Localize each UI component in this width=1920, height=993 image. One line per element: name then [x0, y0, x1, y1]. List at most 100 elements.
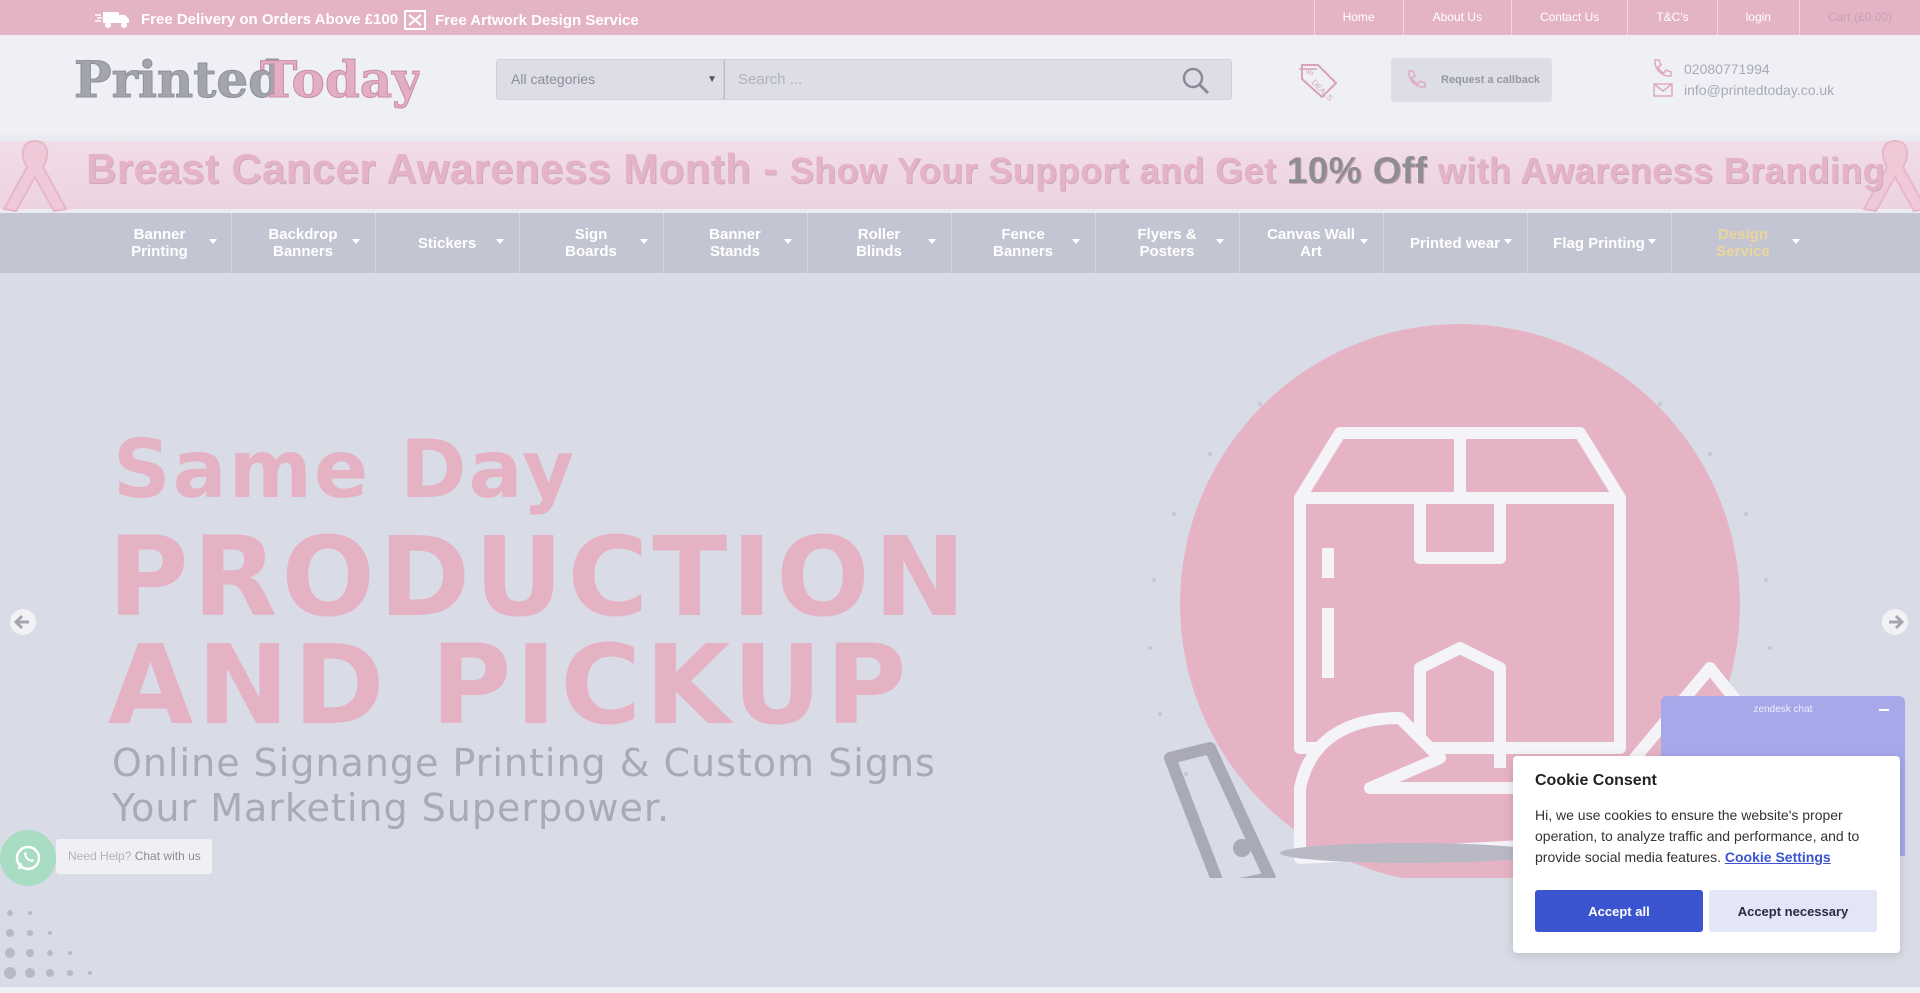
envelope-icon — [1653, 82, 1673, 97]
phone-icon — [1654, 58, 1672, 77]
site-logo[interactable]: Printed Today — [74, 52, 420, 112]
top-link-cart[interactable]: Cart (£0.00) — [1798, 0, 1920, 35]
chevron-down-icon: ▼ — [707, 74, 717, 85]
contact-info: 02080771994 info@printedtoday.co.uk — [1652, 58, 1834, 100]
top-link-about[interactable]: About Us — [1402, 0, 1511, 35]
accept-all-button[interactable]: Accept all — [1535, 890, 1703, 932]
promo-delivery-text: Free Delivery on Orders Above £100 — [141, 10, 399, 28]
promo-delivery: Free Delivery on Orders Above £100 — [95, 9, 398, 29]
caret-down-icon — [640, 239, 648, 244]
hero-subheading-line: Your Marketing Superpower. — [112, 786, 671, 830]
deals-tag-icon[interactable]: DEALS % — [1296, 61, 1340, 101]
nav-item-label: Flag Printing — [1553, 234, 1645, 252]
svg-text:Today: Today — [260, 52, 420, 109]
caret-down-icon — [928, 239, 936, 244]
nav-item-flag-printing[interactable]: Flag Printing — [1527, 213, 1670, 273]
top-link-contact[interactable]: Contact Us — [1510, 0, 1627, 35]
nav-item-stickers[interactable]: Stickers — [375, 213, 518, 273]
top-links: Home About Us Contact Us T&C's login Car… — [1313, 0, 1920, 35]
banner-branding-text: with Awareness Branding — [1427, 150, 1886, 191]
banner-text: Breast Cancer Awareness Month - Show You… — [86, 145, 1885, 193]
search-icon[interactable] — [1181, 66, 1211, 96]
hero-heading-production: PRODUCTION AND PICKUP — [108, 513, 970, 749]
need-help-label: Need Help? — [68, 849, 135, 863]
phone-number: 02080771994 — [1684, 60, 1770, 77]
hero-heading-line: PRODUCTION — [108, 513, 970, 641]
nav-item-flyers-posters[interactable]: Flyers & Posters — [1095, 213, 1238, 273]
slider-next-arrow-icon[interactable] — [1881, 608, 1909, 636]
minimize-icon[interactable] — [1879, 709, 1889, 711]
search-input[interactable] — [725, 60, 1165, 99]
caret-down-icon — [1648, 239, 1656, 244]
nav-item-label: Canvas Wall Art — [1267, 226, 1355, 260]
category-select[interactable]: All categories ▼ — [496, 59, 724, 100]
site-header: Printed Today All categories ▼ DEALS % R… — [0, 35, 1920, 135]
chat-with-us-label: Chat with us — [134, 849, 201, 863]
search-box — [724, 59, 1232, 100]
caret-down-icon — [1216, 239, 1224, 244]
delivery-truck-icon — [95, 12, 129, 28]
awareness-banner[interactable]: Breast Cancer Awareness Month - Show You… — [0, 135, 1920, 213]
nav-item-sign-boards[interactable]: Sign Boards — [519, 213, 662, 273]
nav-item-backdrop-banners[interactable]: Backdrop Banners — [231, 213, 374, 273]
artwork-frame-icon — [404, 10, 426, 30]
nav-item-label: Banner Stands — [709, 226, 761, 260]
top-link-login[interactable]: login — [1716, 0, 1799, 35]
caret-down-icon — [784, 239, 792, 244]
nav-item-label: Printed wear — [1409, 234, 1501, 252]
caret-down-icon — [1792, 239, 1800, 244]
email-address: info@printedtoday.co.uk — [1684, 81, 1835, 98]
nav-item-design-service[interactable]: Design Service — [1671, 213, 1814, 273]
pink-ribbon-icon — [2, 139, 68, 213]
nav-item-label: Fence Banners — [993, 226, 1054, 260]
promo-artwork-text: Free Artwork Design Service — [435, 11, 639, 29]
accept-necessary-button[interactable]: Accept necessary — [1709, 890, 1877, 932]
caret-down-icon — [1072, 239, 1080, 244]
nav-item-label: Banner Printing — [131, 226, 188, 260]
callback-label: Request a callback — [1441, 74, 1541, 86]
hero-heading-same-day: Same Day — [113, 423, 577, 516]
nav-item-label: Flyers & Posters — [1137, 226, 1197, 260]
nav-item-fence-banners[interactable]: Fence Banners — [951, 213, 1094, 273]
caret-down-icon — [496, 239, 504, 244]
top-link-terms[interactable]: T&C's — [1627, 0, 1716, 35]
cookie-consent-text: Hi, we use cookies to ensure the website… — [1535, 805, 1878, 868]
nav-item-label: Stickers — [417, 234, 477, 252]
nav-item-printed-wear[interactable]: Printed wear — [1383, 213, 1526, 273]
cookie-consent-title: Cookie Consent — [1535, 772, 1657, 789]
nav-item-label: Roller Blinds — [856, 226, 902, 260]
bottom-strip — [0, 987, 1920, 993]
nav-item-canvas-wall-art[interactable]: Canvas Wall Art — [1239, 213, 1382, 273]
banner-support-text: Show Your Support and Get — [789, 150, 1287, 191]
nav-item-banner-stands[interactable]: Banner Stands — [663, 213, 806, 273]
top-bar: Free Delivery on Orders Above £100 Free … — [0, 0, 1920, 35]
whatsapp-button[interactable] — [0, 830, 56, 886]
nav-item-banner-printing[interactable]: Banner Printing — [88, 213, 231, 273]
phone-icon — [1408, 70, 1426, 88]
callback-button[interactable]: Request a callback — [1391, 58, 1552, 102]
banner-discount: 10% Off — [1286, 150, 1428, 191]
hero-subheading: Online Signange Printing & Custom Signs … — [112, 741, 936, 831]
contact-phone[interactable]: 02080771994 — [1652, 58, 1834, 79]
zendesk-chat-title: zendesk chat — [1753, 704, 1813, 715]
caret-down-icon — [1504, 239, 1512, 244]
main-nav: Banner Printing Backdrop Banners Sticker… — [0, 213, 1920, 273]
cookie-consent-dialog: Cookie Consent Hi, we use cookies to ens… — [1513, 756, 1900, 953]
cookie-settings-link[interactable]: Cookie Settings — [1725, 849, 1831, 865]
slider-prev-arrow-icon[interactable] — [9, 608, 37, 636]
cookie-buttons: Accept all Accept necessary — [1535, 890, 1877, 932]
caret-down-icon — [209, 239, 217, 244]
nav-item-label: Sign Boards — [565, 226, 617, 260]
whatsapp-icon — [15, 845, 41, 871]
caret-down-icon — [1360, 239, 1368, 244]
hero-heading-line: AND PICKUP — [108, 621, 911, 749]
contact-email[interactable]: info@printedtoday.co.uk — [1652, 79, 1834, 100]
banner-headline: Breast Cancer Awareness Month - — [86, 145, 790, 192]
nav-item-roller-blinds[interactable]: Roller Blinds — [807, 213, 950, 273]
nav-item-label: Design Service — [1716, 226, 1770, 260]
nav-item-label: Backdrop Banners — [268, 226, 338, 260]
hero-subheading-line: Online Signange Printing & Custom Signs — [112, 741, 936, 785]
top-link-home[interactable]: Home — [1313, 0, 1403, 35]
svg-text:%: % — [1306, 68, 1313, 77]
need-help-chat[interactable]: Need Help? Chat with us — [56, 839, 212, 874]
